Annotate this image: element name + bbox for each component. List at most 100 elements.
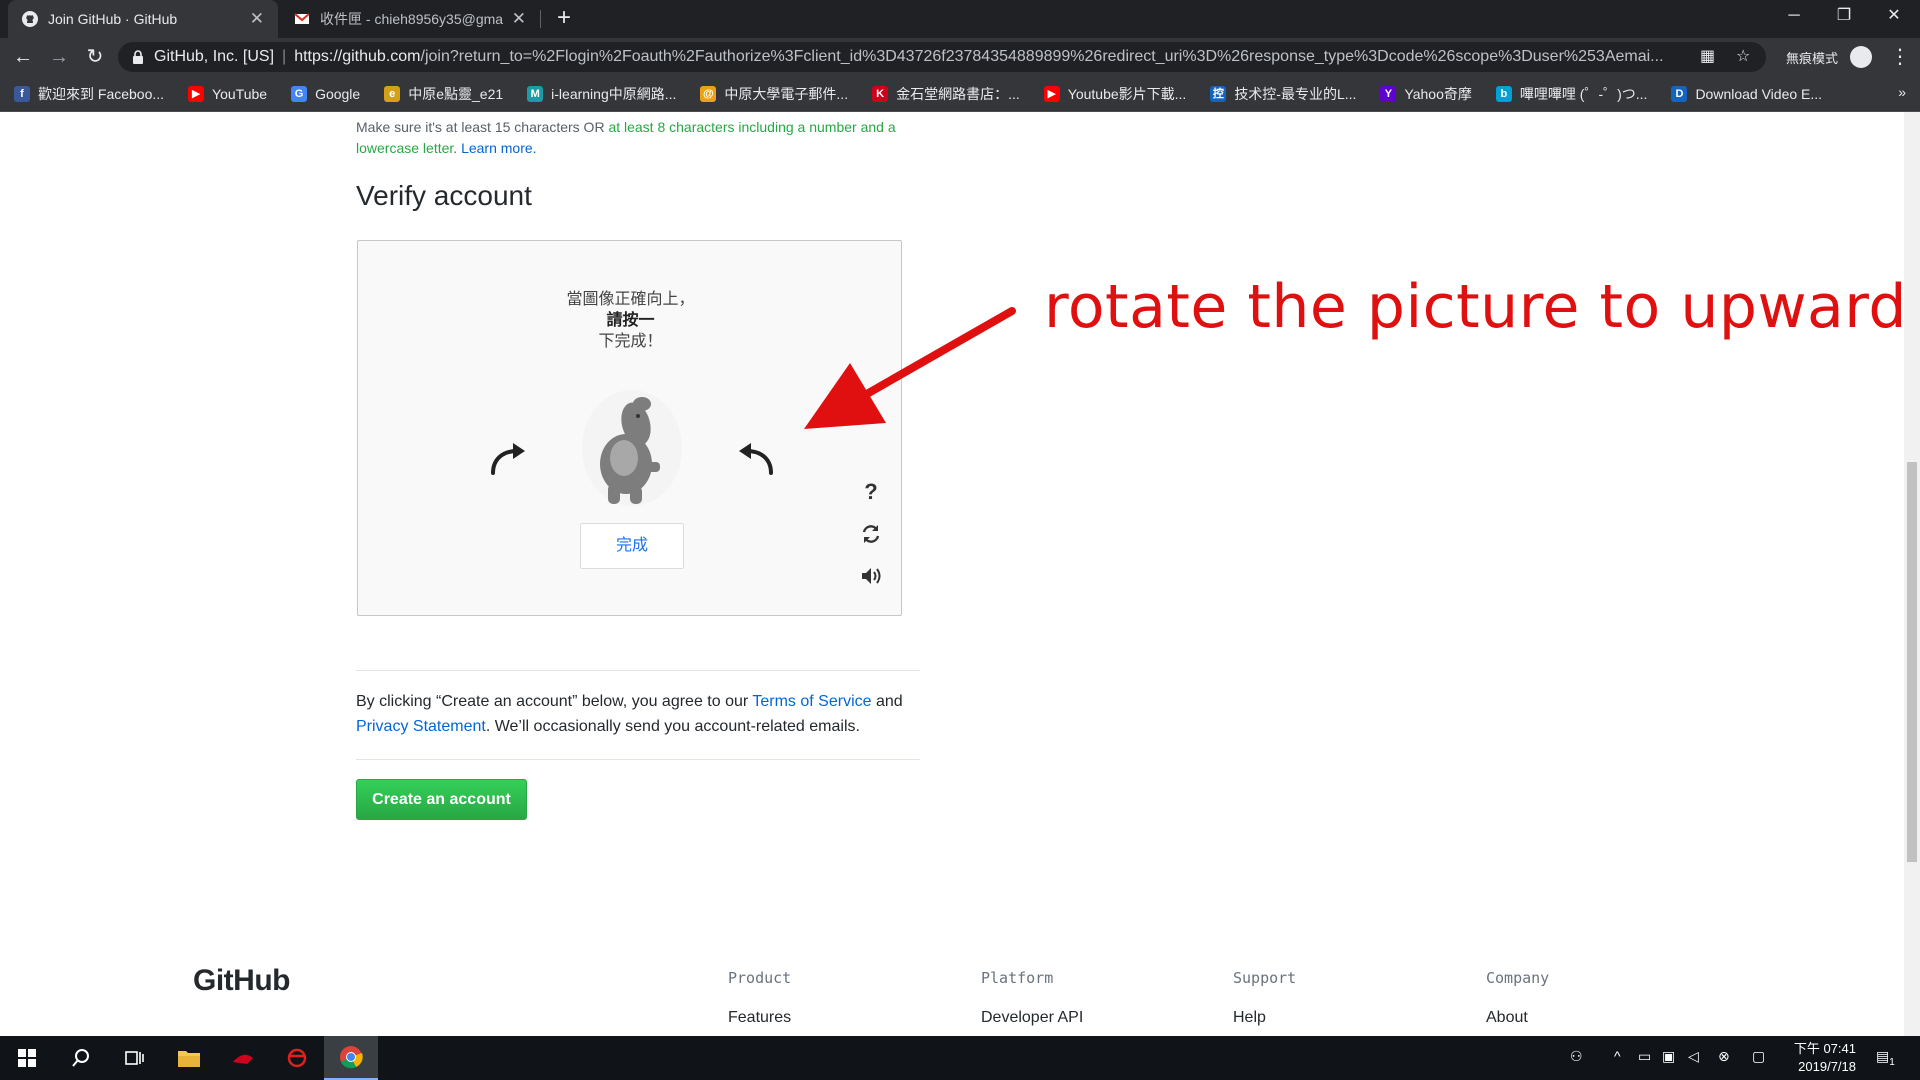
footer-heading-support: Support [1233, 969, 1297, 987]
bookmark-label: YouTube [212, 85, 268, 102]
terms-of-service-link[interactable]: Terms of Service [752, 693, 871, 710]
agree-and: and [871, 693, 903, 710]
privacy-statement-link[interactable]: Privacy Statement [356, 718, 486, 735]
bookmark-item[interactable]: Mi-learning中原網路... [527, 84, 676, 104]
windows-start-icon[interactable] [0, 1036, 54, 1080]
bookmark-item[interactable]: ▶ YouTube [188, 85, 268, 102]
download-video-icon: D [1671, 85, 1688, 102]
close-window-button[interactable]: ✕ [1866, 0, 1920, 32]
footer-link-about[interactable]: About [1486, 1009, 1528, 1027]
battery-icon[interactable]: ▭ [1638, 1048, 1651, 1065]
footer-github-logo[interactable]: GitHub [193, 964, 290, 998]
network-icon[interactable]: ▣ [1662, 1048, 1675, 1065]
ime-icon[interactable]: ▢ [1752, 1048, 1765, 1065]
app-red-logo-icon[interactable] [270, 1036, 324, 1080]
tab-title: 收件匣 - chieh8956y35@gmail. [320, 11, 504, 27]
captcha-help-icon[interactable]: ? [858, 479, 884, 505]
task-view-icon[interactable] [108, 1036, 162, 1080]
bookmark-item[interactable]: ▶ Youtube影片下載... [1043, 84, 1187, 104]
terms-agreement: By clicking “Create an account” below, y… [356, 689, 936, 739]
tab-gmail-inbox[interactable]: 收件匣 - chieh8956y35@gmail. ✕ [280, 0, 540, 38]
restore-button[interactable]: ❐ [1816, 0, 1872, 32]
bookmark-item[interactable]: e 中原e點靈_e21 [384, 84, 503, 104]
browser-tab-strip: Join GitHub · GitHub ✕ 收件匣 - chieh8956y3… [0, 0, 1920, 38]
rotate-counterclockwise-icon[interactable] [733, 433, 781, 481]
url-path: /join?return_to=%2Flogin%2Foauth%2Fautho… [420, 48, 1664, 65]
bookmark-star-icon[interactable]: ☆ [1736, 46, 1750, 66]
footer-link-developer-api[interactable]: Developer API [981, 1009, 1083, 1027]
bookmark-item[interactable]: b 嗶哩嗶哩 (゜-゜)つ... [1495, 84, 1647, 104]
agree-after: . We’ll occasionally send you account-re… [485, 718, 860, 735]
page-content: Make sure it's at least 15 characters OR… [0, 112, 1904, 1036]
bookmark-item[interactable]: 控技术控-最专业的L... [1210, 84, 1356, 104]
show-hidden-icons-icon[interactable]: ^ [1614, 1048, 1621, 1064]
reload-icon[interactable]: ↻ [82, 44, 108, 70]
footer-heading-platform: Platform [981, 969, 1054, 987]
url-text: https://github.com/join?return_to=%2Flog… [294, 48, 1663, 66]
minimize-button[interactable]: ─ [1766, 0, 1822, 32]
chrome-menu-icon[interactable]: ⋮ [1890, 44, 1910, 69]
learn-more-link[interactable]: Learn more. [461, 140, 536, 156]
captcha-refresh-icon[interactable] [858, 521, 884, 547]
captcha-audio-icon[interactable] [858, 563, 884, 589]
bookmark-label: i-learning中原網路... [551, 85, 677, 102]
close-circle-icon[interactable]: ⊗ [1718, 1048, 1730, 1065]
hint-text: Make sure it's at least 15 characters OR [356, 119, 609, 135]
bookmark-label: Yahoo奇摩 [1404, 85, 1472, 102]
file-explorer-icon[interactable] [162, 1036, 216, 1080]
tab-join-github[interactable]: Join GitHub · GitHub ✕ [8, 0, 278, 38]
notification-count: 1 [1889, 1056, 1895, 1068]
people-icon[interactable]: ⚇ [1570, 1048, 1583, 1065]
create-account-button[interactable]: Create an account [356, 779, 527, 820]
scrollbar-thumb[interactable] [1907, 462, 1917, 862]
bookmark-label: Youtube影片下載... [1067, 85, 1187, 102]
youtube-dl-icon: ▶ [1043, 85, 1060, 102]
certificate-org: GitHub, Inc. [US] [154, 48, 275, 65]
bookmarks-overflow-icon[interactable]: » [1898, 84, 1906, 100]
tab-title: Join GitHub · GitHub [48, 11, 178, 27]
new-tab-button[interactable]: + [550, 4, 578, 32]
bookmark-label: 技术控-最专业的L... [1234, 85, 1357, 102]
search-icon[interactable] [54, 1036, 108, 1080]
divider [356, 759, 920, 760]
footer-link-help[interactable]: Help [1233, 1009, 1266, 1027]
incognito-label: 無痕模式 [1786, 51, 1839, 66]
footer-heading-company: Company [1486, 969, 1550, 987]
lock-icon [133, 50, 143, 64]
mail-icon: @ [700, 85, 717, 102]
github-favicon-icon [22, 11, 38, 27]
verify-account-heading: Verify account [356, 180, 532, 211]
clock-date: 2019/7/18 [1798, 1059, 1856, 1074]
bookmark-item[interactable]: @ 中原大學電子郵件... [700, 84, 848, 104]
bookmark-item[interactable]: Y Yahoo奇摩 [1380, 84, 1472, 104]
bookmark-item[interactable]: G Google [291, 85, 360, 102]
back-arrow-icon[interactable]: ← [10, 44, 36, 70]
app-red-icon[interactable] [216, 1036, 270, 1080]
translate-icon[interactable]: ▦ [1700, 46, 1715, 66]
hint-period: . [453, 140, 462, 156]
agree-text: By clicking “Create an account” below, y… [356, 693, 753, 710]
footer-link-features[interactable]: Features [728, 1009, 791, 1027]
address-bar[interactable]: GitHub, Inc. [US] | https://github.com/j… [118, 42, 1766, 72]
captcha-done-button[interactable]: 完成 [580, 523, 684, 569]
page-scrollbar[interactable] [1904, 112, 1920, 1036]
rotate-clockwise-icon[interactable] [483, 433, 531, 481]
bilibili-icon: b [1495, 85, 1512, 102]
clock-time: 下午 07:41 [1793, 1041, 1856, 1056]
tab-close-icon[interactable]: ✕ [512, 9, 526, 29]
notification-center-icon[interactable]: ▤1 [1876, 1048, 1895, 1068]
volume-icon[interactable]: ◁ [1688, 1048, 1699, 1065]
yahoo-icon: Y [1380, 85, 1397, 102]
incognito-avatar-icon[interactable] [1850, 46, 1872, 68]
bookmarks-bar: f 歡迎來到 Faceboo... ▶ YouTube G Google e 中原e點靈_e2… [0, 76, 1920, 112]
bookmark-item[interactable]: D Download Video E... [1671, 85, 1822, 102]
system-clock[interactable]: 下午 07:41 2019/7/18 [1784, 1040, 1856, 1076]
divider [356, 670, 920, 671]
forward-arrow-icon[interactable]: → [46, 44, 72, 70]
youtube-icon: ▶ [188, 85, 205, 102]
chrome-taskbar-icon[interactable] [324, 1036, 378, 1080]
bookmark-item[interactable]: K 金石堂網路書店：... [872, 84, 1020, 104]
tab-close-icon[interactable]: ✕ [250, 9, 264, 29]
bookmark-item[interactable]: f 歡迎來到 Faceboo... [14, 84, 164, 104]
browser-toolbar: ← → ↻ GitHub, Inc. [US] | https://github… [0, 38, 1920, 76]
